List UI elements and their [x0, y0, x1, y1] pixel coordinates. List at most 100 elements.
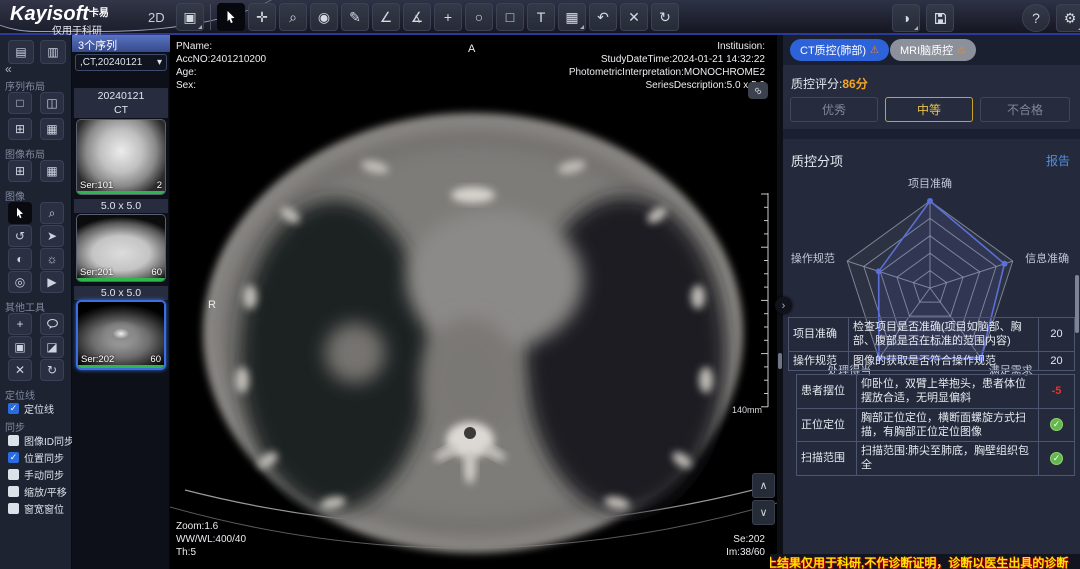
study-dropdown[interactable]: ,CT,20240121 ▾ — [75, 54, 167, 71]
window-level-button[interactable]: ◉ — [310, 3, 338, 31]
comment-button[interactable] — [40, 313, 64, 335]
image-layout-button[interactable]: ▦ — [558, 3, 586, 31]
rotate-reset-button[interactable]: ↻ — [40, 359, 64, 381]
save-button[interactable] — [926, 4, 954, 32]
undo-button[interactable]: ↶ — [589, 3, 617, 31]
pass-check-icon: ✓ — [1050, 452, 1063, 465]
series-thumbnail-202[interactable]: Ser:20260 — [76, 300, 166, 370]
img-layout-3x3-button[interactable]: ▦ — [40, 160, 64, 182]
eraser-button[interactable]: ◪ — [40, 336, 64, 358]
cobb-angle-button[interactable]: ∡ — [403, 3, 431, 31]
measure-length-button[interactable]: ✎ — [341, 3, 369, 31]
settings-button[interactable]: ⚙ — [1056, 4, 1080, 32]
toolbar-mid-group: ◑ — [892, 4, 954, 32]
localizer-label: 定位线 — [5, 387, 35, 402]
collapse-button[interactable]: « — [5, 62, 12, 76]
age-line: Age: — [176, 66, 266, 79]
roi-zoom-button[interactable]: ▣ — [8, 336, 32, 358]
ellipse-roi-button[interactable]: ○ — [465, 3, 493, 31]
cine-forward-button[interactable]: ➤ — [40, 225, 64, 247]
image-index-line: Im:38/60 — [726, 546, 765, 559]
sync-position-row[interactable]: 位置同步 — [8, 450, 64, 465]
tab-mri-qc[interactable]: MRI脑质控 ⚠ — [890, 39, 976, 61]
scroll-up-button[interactable]: ∧ — [752, 473, 775, 498]
panel-scrollbar-thumb[interactable] — [1075, 275, 1079, 333]
sidebar-delete-button[interactable]: ✕ — [8, 359, 32, 381]
wwwl-line: WW/WL:400/40 — [176, 533, 246, 546]
probe-button[interactable]: + — [434, 3, 462, 31]
score-value: 86分 — [842, 77, 867, 91]
sync-manual-checkbox[interactable] — [8, 469, 19, 480]
measure-angle-button[interactable]: ∠ — [372, 3, 400, 31]
invert-display-button[interactable]: ◑ — [892, 4, 920, 32]
brand-cn-text: 卡易 — [89, 8, 109, 19]
pan-button[interactable]: ✛ — [248, 3, 276, 31]
localizer-checkbox-row[interactable]: 定位线 — [8, 401, 54, 416]
image-viewport[interactable]: PName: AccNO:2401210200 Age: Sex: Instit… — [170, 35, 777, 569]
reset-icon: ↻ — [659, 10, 671, 24]
layout-1x1-button[interactable]: □ — [8, 92, 32, 114]
play-button[interactable]: ▶ — [40, 271, 64, 293]
reset-button[interactable]: ↻ — [651, 3, 679, 31]
text-annotation-button[interactable]: T — [527, 3, 555, 31]
layout-3x3-button[interactable]: ▦ — [40, 118, 64, 140]
thickness-line: Th:5 — [176, 546, 246, 559]
sync-manual-row[interactable]: 手动同步 — [8, 467, 64, 482]
localizer-checkbox[interactable] — [8, 403, 19, 414]
sync-windowing-row[interactable]: 窗宽窗位 — [8, 501, 64, 516]
layout-2x2-button[interactable]: ⊞ — [8, 118, 32, 140]
other-tools-label: 其他工具 — [5, 299, 45, 314]
row-name: 患者摆位 — [797, 375, 857, 409]
target-button[interactable]: ◎ — [8, 271, 32, 293]
sync-imageid-row[interactable]: 图像ID同步 — [8, 433, 74, 448]
orientation-marker-anterior: A — [468, 43, 475, 55]
row-name: 正位定位 — [797, 408, 857, 442]
toolbar-divider — [210, 4, 211, 30]
layout-3x3-icon: ▦ — [46, 123, 57, 135]
sync-imageid-label: 图像ID同步 — [24, 433, 74, 448]
series-thumbnail-201[interactable]: Ser:20160 — [76, 214, 166, 282]
image-section-label: 图像 — [5, 188, 25, 203]
tab-ct-qc[interactable]: CT质控(肺部) ⚠ — [790, 39, 889, 61]
zoom-in-button[interactable]: ⌕ — [279, 3, 307, 31]
invert-image-button[interactable]: ◐ — [8, 248, 32, 270]
cursor-button[interactable] — [217, 3, 245, 31]
brightness-button[interactable]: ☼ — [40, 248, 64, 270]
sidebar-cursor-button[interactable] — [8, 202, 32, 224]
probe-icon: + — [444, 10, 452, 24]
delete-annotation-button[interactable]: ✕ — [620, 3, 648, 31]
sync-imageid-checkbox[interactable] — [8, 435, 19, 446]
sync-zoompan-checkbox[interactable] — [8, 486, 19, 497]
toggle-report-panel-button[interactable]: ▥ — [40, 40, 66, 64]
grade-fail-button[interactable]: 不合格 — [980, 97, 1070, 122]
flip-rotate-button[interactable]: ↺ — [8, 225, 32, 247]
img-layout-2x2-button[interactable]: ⊞ — [8, 160, 32, 182]
link-series-button[interactable]: ∞ — [748, 82, 768, 99]
image-count: 2 — [157, 180, 162, 191]
delete-icon: ✕ — [628, 10, 640, 24]
orientation-marker-right: R — [208, 299, 216, 311]
crosshair-button[interactable]: + — [8, 313, 32, 335]
gear-icon: ⚙ — [1064, 11, 1077, 25]
disclaimer-marquee: 上结果仅用于科研,不作诊断证明，诊断以医生出具的诊断 — [770, 554, 1080, 569]
table-row: 患者摆位 仰卧位，双臂上举抱头，患者体位摆放合适，无明显偏斜 -5 — [797, 375, 1075, 409]
grade-excellent-button[interactable]: 优秀 — [790, 97, 878, 122]
panel-collapse-handle[interactable]: › — [775, 297, 792, 314]
toolbar-right-group: ? ⚙ — [1022, 4, 1080, 32]
help-button[interactable]: ? — [1022, 4, 1050, 32]
grade-medium-button[interactable]: 中等 — [885, 97, 973, 122]
scroll-down-button[interactable]: ∨ — [752, 500, 775, 525]
layout-1x2-icon: ◫ — [46, 97, 57, 109]
sync-windowing-checkbox[interactable] — [8, 503, 19, 514]
accno-line: AccNO:2401210200 — [176, 53, 266, 66]
sync-position-checkbox[interactable] — [8, 452, 19, 463]
layout-1x2-button[interactable]: ◫ — [40, 92, 64, 114]
layout-2d-button[interactable]: ▣ — [176, 3, 204, 31]
sync-zoompan-row[interactable]: 缩放/平移 — [8, 484, 67, 499]
series-thumbnail-101[interactable]: Ser:1012 — [76, 119, 166, 195]
image-scrollbar-thumb[interactable] — [778, 353, 782, 369]
sidebar-magnifier-button[interactable]: ⌕ — [40, 202, 64, 224]
toggle-series-panel-button[interactable]: ▤ — [8, 40, 34, 64]
rect-roi-button[interactable]: □ — [496, 3, 524, 31]
load-progress-bar — [78, 365, 164, 368]
